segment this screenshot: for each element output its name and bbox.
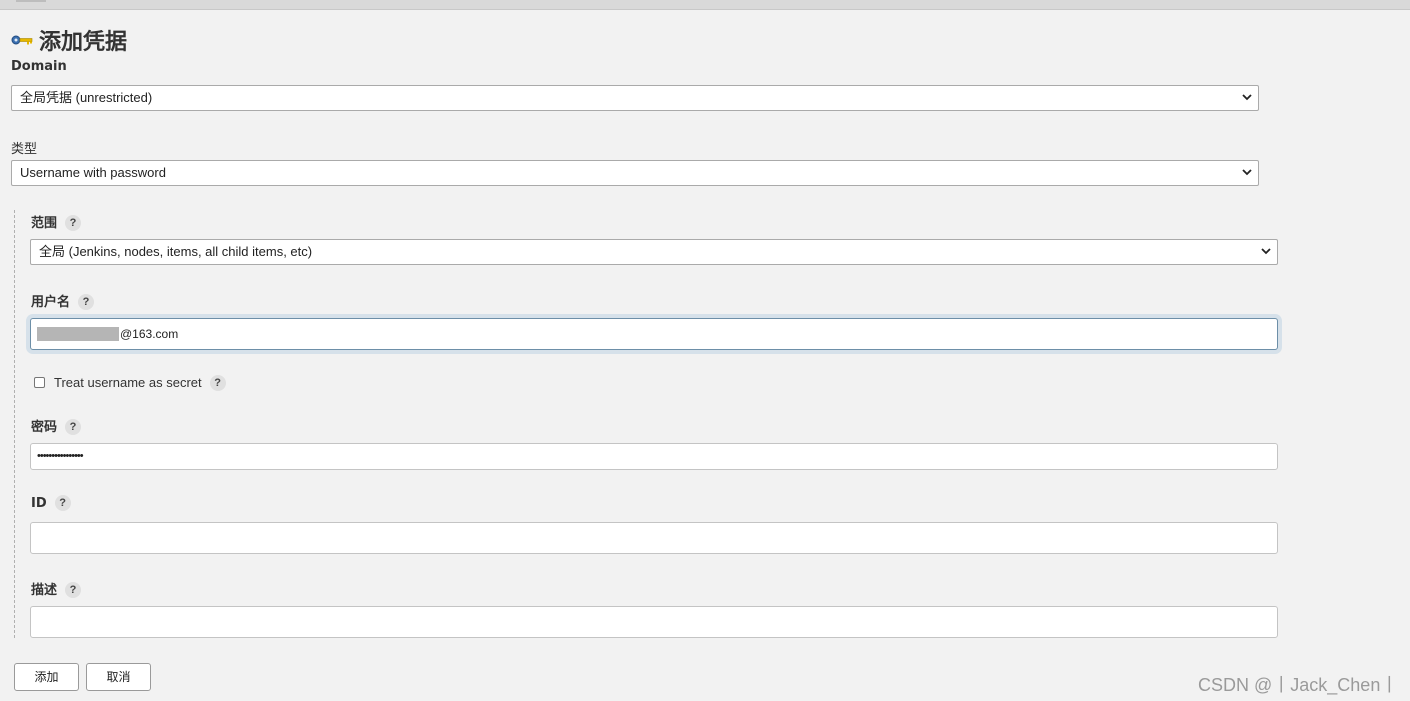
kind-label: 类型 xyxy=(11,142,38,157)
help-icon[interactable]: ? xyxy=(54,495,71,511)
username-secret-label: Treat username as secret? xyxy=(54,375,226,391)
scope-select-value: 全局 (Jenkins, nodes, items, all child ite… xyxy=(39,244,313,259)
password-label-text: 密码 xyxy=(31,420,58,435)
page-title: 添加凭据 xyxy=(39,30,128,55)
help-icon[interactable]: ? xyxy=(65,215,82,231)
password-value: •••••••••••••••• xyxy=(37,450,84,462)
id-label-text: ID xyxy=(31,496,47,511)
username-label-text: 用户名 xyxy=(31,295,71,310)
chevron-down-icon xyxy=(1261,248,1271,255)
description-input[interactable] xyxy=(30,606,1278,638)
chevron-down-icon xyxy=(1242,169,1252,176)
id-input[interactable] xyxy=(30,522,1278,554)
description-label: 描述? xyxy=(31,579,82,598)
chevron-down-icon xyxy=(1242,94,1252,101)
id-label: ID? xyxy=(31,495,71,511)
top-tab-stub xyxy=(16,0,46,2)
username-label: 用户名? xyxy=(31,291,95,310)
watermark: CSDN @丨Jack_Chen丨 xyxy=(1198,675,1399,695)
kind-select-value: Username with password xyxy=(20,165,166,180)
page-header: 添加凭据 xyxy=(11,26,128,55)
scope-select[interactable]: 全局 (Jenkins, nodes, items, all child ite… xyxy=(30,239,1278,265)
redacted-username-block xyxy=(37,327,119,341)
help-icon[interactable]: ? xyxy=(65,582,82,598)
help-icon[interactable]: ? xyxy=(65,419,82,435)
description-label-text: 描述 xyxy=(31,583,58,598)
username-secret-label-text: Treat username as secret xyxy=(54,375,202,390)
password-label: 密码? xyxy=(31,416,82,435)
help-icon[interactable]: ? xyxy=(209,375,226,391)
password-input[interactable]: •••••••••••••••• xyxy=(30,443,1278,470)
scope-label-text: 范围 xyxy=(31,216,58,231)
domain-select[interactable]: 全局凭据 (unrestricted) xyxy=(11,85,1259,111)
scope-label: 范围? xyxy=(31,212,82,231)
cancel-button[interactable]: 取消 xyxy=(86,663,151,691)
nested-section-divider xyxy=(14,210,15,638)
add-button[interactable]: 添加 xyxy=(14,663,79,691)
help-icon[interactable]: ? xyxy=(78,294,95,310)
key-icon xyxy=(11,35,33,45)
username-value: @163.com xyxy=(120,327,179,341)
username-secret-checkbox[interactable] xyxy=(34,377,45,388)
kind-select[interactable]: Username with password xyxy=(11,160,1259,186)
domain-label: Domain xyxy=(11,59,67,74)
domain-select-value: 全局凭据 (unrestricted) xyxy=(20,90,153,105)
username-input[interactable]: @163.com xyxy=(30,318,1278,350)
top-bar xyxy=(0,0,1410,10)
